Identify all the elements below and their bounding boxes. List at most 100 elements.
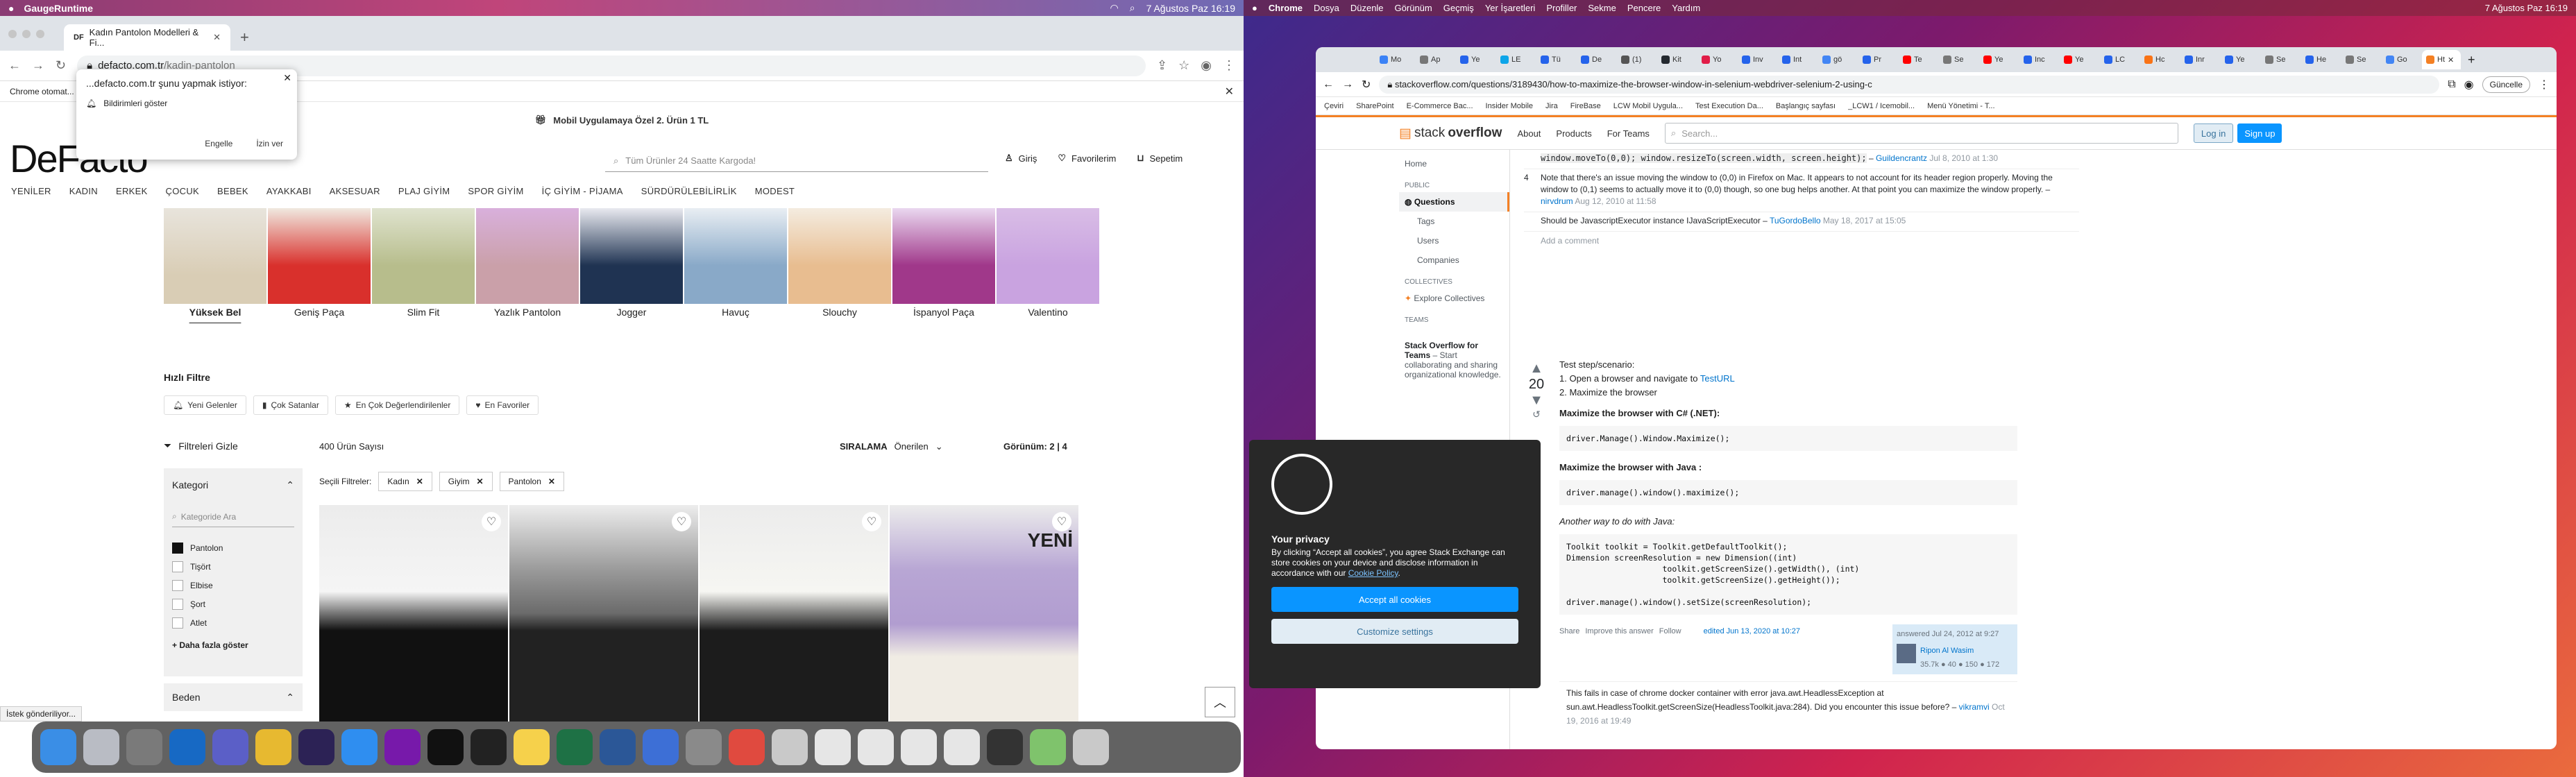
browser-tab[interactable]: Tü: [1536, 50, 1575, 69]
back-button[interactable]: ←: [8, 58, 21, 73]
browser-tab[interactable]: LE: [1496, 50, 1535, 69]
excel-icon[interactable]: [557, 729, 593, 765]
nav-tags[interactable]: Tags: [1399, 212, 1509, 231]
bookmark[interactable]: Başlangıç sayfası: [1776, 102, 1836, 110]
for-teams-link[interactable]: For Teams: [1607, 128, 1650, 139]
checkbox[interactable]: [172, 598, 183, 610]
nav-users[interactable]: Users: [1399, 231, 1509, 250]
menu-item[interactable]: Yer İşaretleri: [1485, 3, 1536, 13]
heart-icon[interactable]: ♡: [1052, 512, 1071, 531]
view-toggle[interactable]: Görünüm: 2 | 4: [1003, 441, 1067, 452]
active-app-name[interactable]: GaugeRuntime: [24, 3, 93, 14]
author-link[interactable]: Ripon Al Wasim: [1920, 644, 1999, 658]
upvote-icon[interactable]: ▲: [1524, 361, 1549, 377]
allow-button[interactable]: İzin ver: [256, 139, 283, 148]
comment-user[interactable]: Guildencrantz: [1876, 153, 1927, 163]
window-thumb-icon[interactable]: [858, 729, 894, 765]
close-infobar-icon[interactable]: ✕: [1225, 85, 1234, 99]
browser-tab[interactable]: Ye: [1979, 50, 2018, 69]
menu-item[interactable]: Geçmiş: [1443, 3, 1474, 13]
chip-favorites[interactable]: ♥ En Favoriler: [466, 395, 539, 415]
search-icon[interactable]: ⌕: [1130, 2, 1135, 14]
nav-item[interactable]: KADIN: [69, 186, 98, 196]
style-label[interactable]: İspanyol Paça: [892, 307, 995, 318]
chrome-icon[interactable]: [255, 729, 291, 765]
browser-tab[interactable]: Go: [2382, 50, 2421, 69]
browser-tab[interactable]: Inc: [2019, 50, 2058, 69]
browser-tab[interactable]: Ye: [1456, 50, 1495, 69]
bookmark[interactable]: LCW Mobil Uygula...: [1613, 102, 1683, 110]
selected-filter-tag[interactable]: Kadın ✕: [378, 472, 432, 491]
safari-icon[interactable]: [341, 729, 378, 765]
nav-item[interactable]: SPOR GİYİM: [468, 186, 523, 196]
nav-item[interactable]: İÇ GİYİM - PİJAMA: [542, 186, 623, 196]
checkbox[interactable]: [172, 579, 183, 591]
settings-icon[interactable]: [126, 729, 162, 765]
checkbox[interactable]: [172, 617, 183, 629]
browser-tab[interactable]: Yo: [1697, 50, 1736, 69]
nav-item[interactable]: AYAKKABI: [266, 186, 312, 196]
stackoverflow-logo[interactable]: ▤ stack overflow: [1399, 126, 1502, 142]
launchpad-icon[interactable]: [83, 729, 119, 765]
block-button[interactable]: Engelle: [205, 139, 232, 148]
login-button[interactable]: Log in: [2193, 123, 2234, 143]
style-label[interactable]: Havuç: [684, 307, 787, 318]
update-button[interactable]: Güncelle: [2482, 76, 2530, 93]
style-label[interactable]: Jogger: [580, 307, 683, 318]
bookmark[interactable]: FireBase: [1570, 102, 1601, 110]
style-label[interactable]: Valentino: [997, 307, 1099, 318]
forward-button[interactable]: →: [32, 58, 44, 73]
trash-icon[interactable]: [1073, 729, 1109, 765]
browser-tab[interactable]: Se: [2341, 50, 2380, 69]
nav-questions[interactable]: ◍ Questions: [1399, 192, 1509, 212]
category-option[interactable]: Elbise: [172, 576, 294, 595]
close-popup-icon[interactable]: ✕: [283, 72, 291, 84]
selected-filter-tag[interactable]: Giyim ✕: [439, 472, 493, 491]
improve-link[interactable]: Improve this answer: [1585, 624, 1653, 638]
preview-icon[interactable]: [772, 729, 808, 765]
style-thumb-image[interactable]: [268, 208, 371, 304]
notes-icon[interactable]: [514, 729, 550, 765]
browser-tab[interactable]: Se: [2261, 50, 2300, 69]
bookmark[interactable]: Menü Yönetimi - T...: [1927, 102, 1994, 110]
nav-item[interactable]: SÜRDÜRÜLEBİLİRLİK: [641, 186, 737, 196]
window-thumb-icon[interactable]: [901, 729, 937, 765]
bookmark[interactable]: Çeviri: [1324, 102, 1344, 110]
product-card[interactable]: ♡ YENİ: [890, 505, 1078, 722]
close-dot[interactable]: [8, 30, 17, 38]
style-thumb-image[interactable]: [580, 208, 683, 304]
window-thumb-icon[interactable]: [944, 729, 980, 765]
chrome-icon[interactable]: [729, 729, 765, 765]
eclipse-icon[interactable]: [298, 729, 334, 765]
browser-tab[interactable]: Ap: [1416, 50, 1455, 69]
remove-icon[interactable]: ✕: [476, 477, 483, 486]
heart-icon[interactable]: ♡: [672, 512, 691, 531]
system-preferences-icon[interactable]: [686, 729, 722, 765]
style-label[interactable]: Yüksek Bel: [164, 307, 266, 318]
login-button[interactable]: ♙ Giriş: [1005, 153, 1037, 164]
new-tab-button[interactable]: +: [2462, 53, 2481, 67]
browser-tab-active[interactable]: Ht ✕: [2422, 50, 2461, 69]
browser-tab[interactable]: Ye: [2221, 50, 2260, 69]
menu-item[interactable]: Profiller: [1546, 3, 1577, 13]
remove-icon[interactable]: ✕: [548, 477, 555, 486]
checkbox[interactable]: [172, 561, 183, 572]
terminal-icon[interactable]: [471, 729, 507, 765]
apple-icon[interactable]: ●: [8, 3, 14, 14]
heart-icon[interactable]: ♡: [862, 512, 881, 531]
zoom-dot[interactable]: [36, 30, 44, 38]
favorites-button[interactable]: ♡ Favorilerim: [1058, 153, 1116, 164]
close-tab-icon[interactable]: ✕: [213, 32, 221, 43]
scroll-top-button[interactable]: ︿: [1205, 687, 1235, 717]
back-button[interactable]: ←: [1323, 78, 1334, 91]
window-thumb-icon[interactable]: [815, 729, 851, 765]
style-thumb-image[interactable]: [164, 208, 266, 304]
product-card[interactable]: ♡: [509, 505, 698, 722]
downvote-icon[interactable]: ▼: [1524, 393, 1549, 409]
teams-icon[interactable]: [212, 729, 248, 765]
style-thumb-image[interactable]: [476, 208, 579, 304]
menu-icon[interactable]: ⋮: [1223, 58, 1235, 73]
menubar-datetime[interactable]: 7 Ağustos Paz 16:19: [1146, 3, 1235, 14]
add-comment-link[interactable]: Add a comment: [1524, 232, 2079, 246]
onenote-icon[interactable]: [384, 729, 421, 765]
